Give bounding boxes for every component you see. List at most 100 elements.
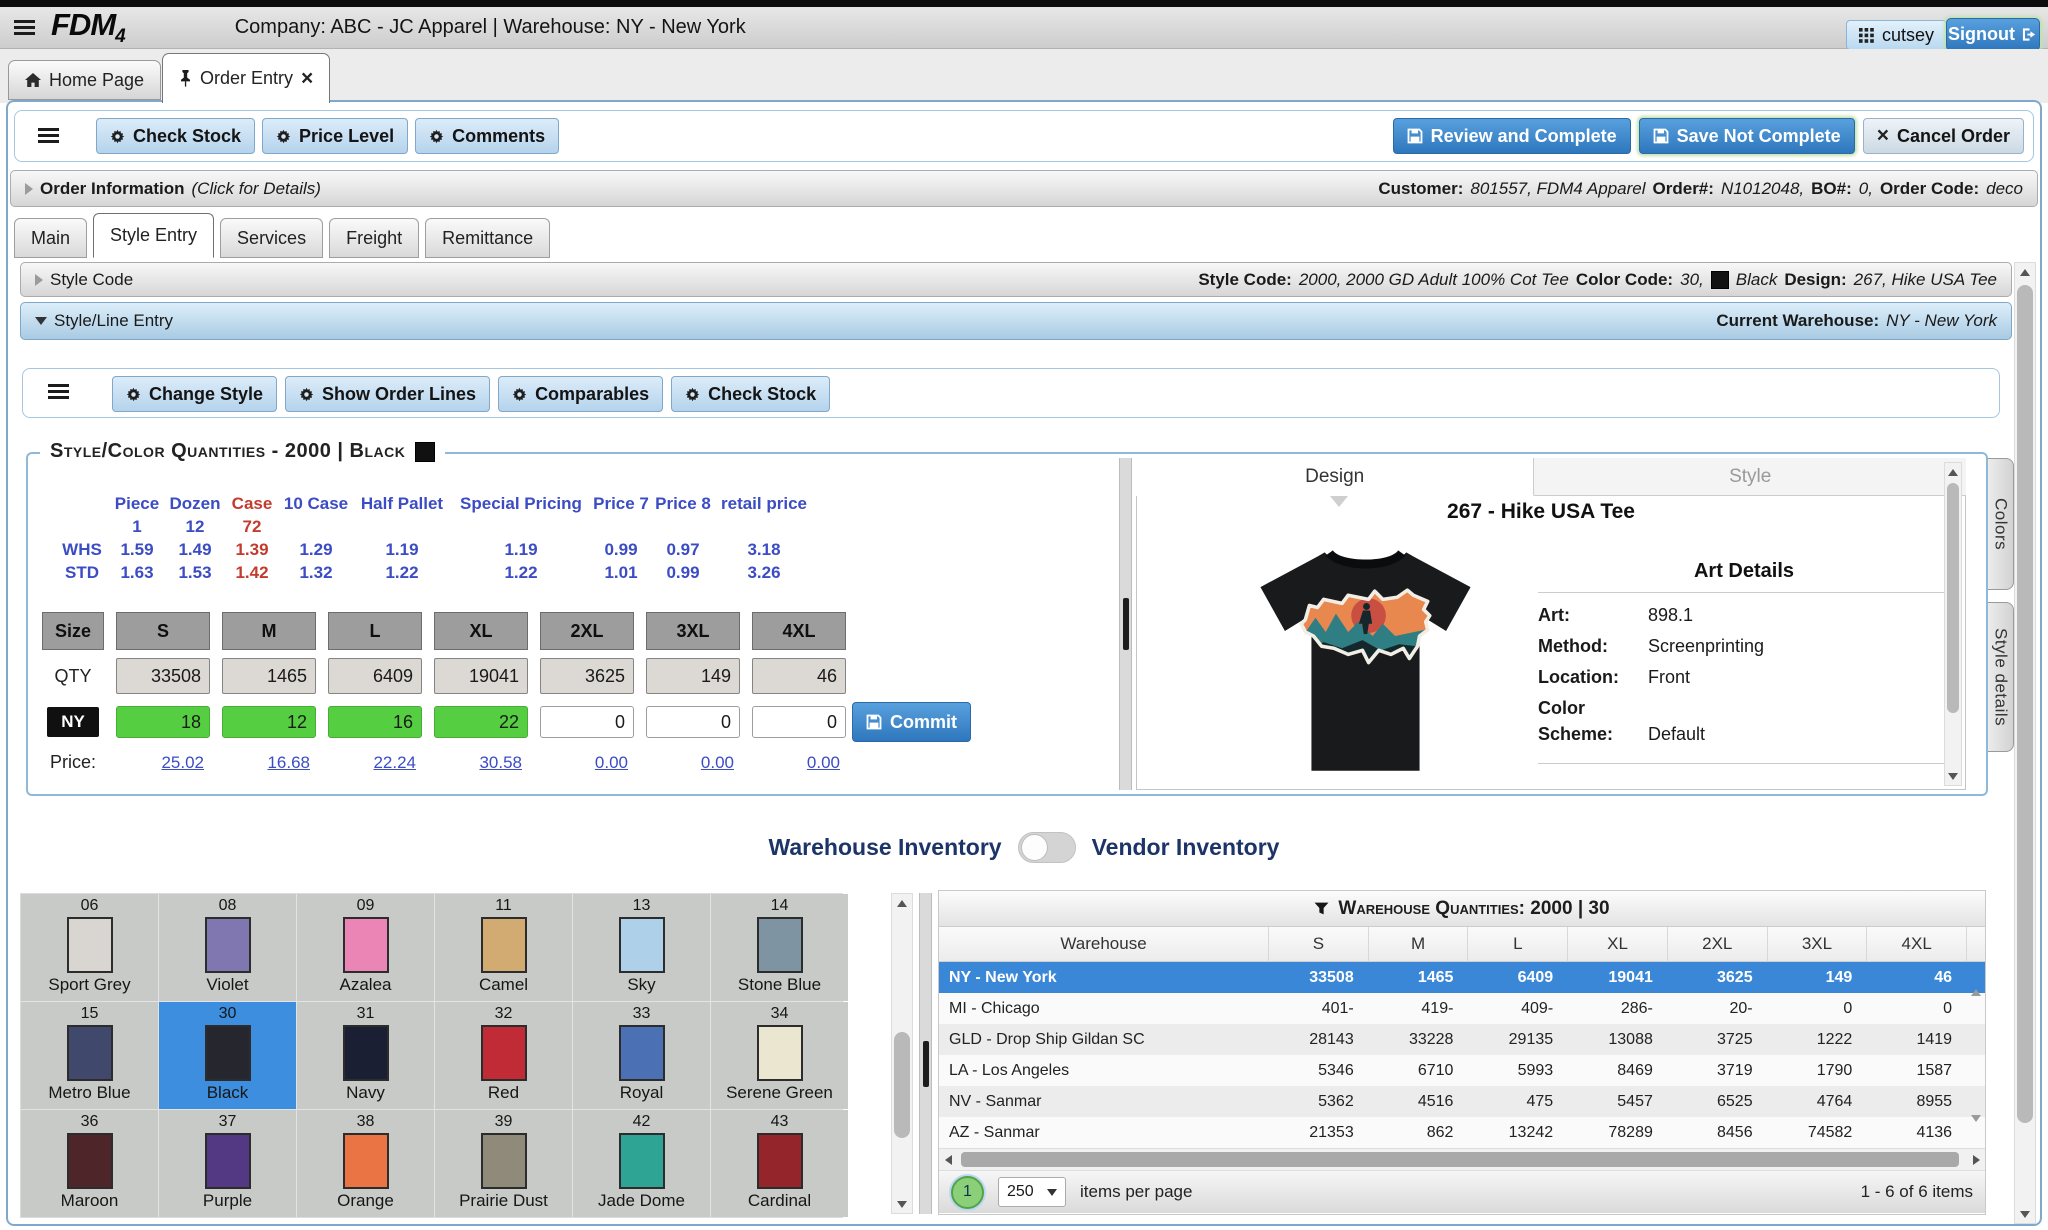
line-qty-input[interactable]: 16: [328, 706, 422, 738]
scroll-up-icon[interactable]: [892, 894, 912, 912]
page-size-select[interactable]: 250: [998, 1177, 1066, 1207]
price-link[interactable]: 22.24: [328, 753, 422, 773]
column-header[interactable]: XL: [1568, 927, 1668, 961]
scroll-down-icon[interactable]: [2015, 1205, 2035, 1223]
cancel-order-button[interactable]: Cancel Order: [1863, 118, 2024, 154]
check-stock-button[interactable]: Check Stock: [671, 376, 830, 412]
scroll-down-icon[interactable]: [892, 1195, 912, 1213]
color-swatch-cell[interactable]: 13Sky: [573, 894, 710, 1001]
tab-main[interactable]: Main: [14, 218, 87, 258]
tab-home-page[interactable]: Home Page: [8, 60, 161, 100]
warehouse-row[interactable]: GLD - Drop Ship Gildan SC281433322829135…: [939, 1024, 1985, 1055]
scroll-left-icon[interactable]: [939, 1149, 957, 1170]
scrollbar-thumb[interactable]: [961, 1152, 1959, 1167]
warehouse-row[interactable]: MI - Chicago401-419-409-286-20-00: [939, 993, 1985, 1024]
order-information-bar[interactable]: Order Information (Click for Details) Cu…: [10, 170, 2038, 207]
change-style-button[interactable]: Change Style: [112, 376, 277, 412]
color-swatch-cell[interactable]: 33Royal: [573, 1002, 710, 1109]
price-link[interactable]: 25.02: [116, 753, 210, 773]
save-not-complete-button[interactable]: Save Not Complete: [1639, 118, 1855, 154]
column-header[interactable]: Warehouse: [939, 927, 1269, 961]
side-tab-style-details[interactable]: Style details: [1988, 602, 2014, 752]
color-swatch-cell[interactable]: 37Purple: [159, 1110, 296, 1217]
row-scroll-up-icon[interactable]: [1971, 972, 1981, 990]
column-header[interactable]: S: [1269, 927, 1369, 961]
splitter-grip[interactable]: [923, 1041, 929, 1087]
close-tab-icon[interactable]: [301, 68, 313, 90]
inventory-toggle-switch[interactable]: [1018, 832, 1076, 863]
style-code-bar[interactable]: Style Code Style Code: 2000, 2000 GD Adu…: [20, 262, 2012, 297]
tab-order-entry[interactable]: Order Entry: [162, 53, 330, 103]
toolbar-menu-icon[interactable]: [38, 128, 59, 143]
page-number-button[interactable]: 1: [951, 1176, 984, 1209]
tab-remittance[interactable]: Remittance: [425, 218, 550, 258]
warehouse-row[interactable]: NV - Sanmar536245164755457652547648955: [939, 1086, 1985, 1117]
color-swatch-cell[interactable]: 39Prairie Dust: [435, 1110, 572, 1217]
signout-button[interactable]: Signout: [1946, 18, 2040, 51]
color-swatch-cell[interactable]: 11Camel: [435, 894, 572, 1001]
style-line-entry-bar[interactable]: Style/Line Entry Current Warehouse: NY -…: [20, 302, 2012, 340]
page-scrollbar[interactable]: [2014, 262, 2036, 1224]
price-link[interactable]: 0.00: [540, 753, 634, 773]
column-header[interactable]: 3XL: [1768, 927, 1868, 961]
tab-freight[interactable]: Freight: [329, 218, 419, 258]
comparables-button[interactable]: Comparables: [498, 376, 663, 412]
price-level-button[interactable]: Price Level: [262, 118, 408, 154]
color-swatch-cell[interactable]: 32Red: [435, 1002, 572, 1109]
warehouse-table-hscrollbar[interactable]: [939, 1148, 1985, 1171]
check-stock-button[interactable]: Check Stock: [96, 118, 255, 154]
panel-splitter[interactable]: [919, 893, 932, 1214]
tab-design[interactable]: Design: [1136, 458, 1534, 496]
price-link[interactable]: 16.68: [222, 753, 316, 773]
color-swatch-cell[interactable]: 08Violet: [159, 894, 296, 1001]
tab-style[interactable]: Style: [1534, 458, 1966, 496]
price-link[interactable]: 0.00: [646, 753, 740, 773]
price-link[interactable]: 0.00: [752, 753, 846, 773]
scroll-right-icon[interactable]: [1967, 1149, 1985, 1170]
color-swatch-cell[interactable]: 34Serene Green: [711, 1002, 848, 1109]
show-order-lines-button[interactable]: Show Order Lines: [285, 376, 490, 412]
tab-services[interactable]: Services: [220, 218, 323, 258]
review-and-complete-button[interactable]: Review and Complete: [1393, 118, 1631, 154]
warehouse-row[interactable]: AZ - Sanmar21353862132427828984567458241…: [939, 1117, 1985, 1148]
scroll-up-icon[interactable]: [2015, 263, 2035, 281]
column-header[interactable]: 4XL: [1867, 927, 1967, 961]
toolbar-menu-icon[interactable]: [48, 384, 69, 399]
color-swatch-cell[interactable]: 06Sport Grey: [21, 894, 158, 1001]
color-swatch-cell[interactable]: 31Navy: [297, 1002, 434, 1109]
scroll-up-icon[interactable]: [1945, 463, 1961, 481]
line-qty-input[interactable]: 18: [116, 706, 210, 738]
color-swatch-cell[interactable]: 14Stone Blue: [711, 894, 848, 1001]
panel-splitter[interactable]: [1119, 458, 1132, 790]
color-swatch-cell[interactable]: 09Azalea: [297, 894, 434, 1001]
toggle-knob[interactable]: [1021, 834, 1048, 861]
commit-button[interactable]: Commit: [852, 702, 971, 742]
color-swatch-cell[interactable]: 30Black: [159, 1002, 296, 1109]
line-qty-input[interactable]: 12: [222, 706, 316, 738]
side-tab-colors[interactable]: Colors: [1988, 458, 2014, 590]
warehouse-row[interactable]: NY - New York335081465640919041362514946: [939, 962, 1985, 993]
row-scroll-down-icon[interactable]: [1971, 1122, 1981, 1140]
scrollbar-thumb[interactable]: [894, 1032, 910, 1138]
color-swatch-cell[interactable]: 42Jade Dome: [573, 1110, 710, 1217]
menu-icon[interactable]: [14, 20, 35, 35]
color-swatch-cell[interactable]: 38Orange: [297, 1110, 434, 1217]
line-qty-input[interactable]: 0: [540, 706, 634, 738]
comments-button[interactable]: Comments: [415, 118, 559, 154]
column-header[interactable]: 2XL: [1668, 927, 1768, 961]
color-grid-scrollbar[interactable]: [891, 893, 913, 1214]
splitter-grip[interactable]: [1123, 598, 1129, 650]
scrollbar-thumb[interactable]: [2017, 285, 2033, 1123]
design-panel-scrollbar[interactable]: [1944, 462, 1962, 786]
price-link[interactable]: 30.58: [434, 753, 528, 773]
scroll-down-icon[interactable]: [1945, 767, 1961, 785]
color-swatch-cell[interactable]: 36Maroon: [21, 1110, 158, 1217]
column-header[interactable]: M: [1369, 927, 1469, 961]
tab-style-entry[interactable]: Style Entry: [93, 213, 214, 258]
color-swatch-cell[interactable]: 15Metro Blue: [21, 1002, 158, 1109]
warehouse-row[interactable]: LA - Los Angeles534667105993846937191790…: [939, 1055, 1985, 1086]
column-header[interactable]: L: [1468, 927, 1568, 961]
user-menu-button[interactable]: cutsey: [1846, 20, 1947, 50]
line-qty-input[interactable]: 22: [434, 706, 528, 738]
line-qty-input[interactable]: 0: [646, 706, 740, 738]
